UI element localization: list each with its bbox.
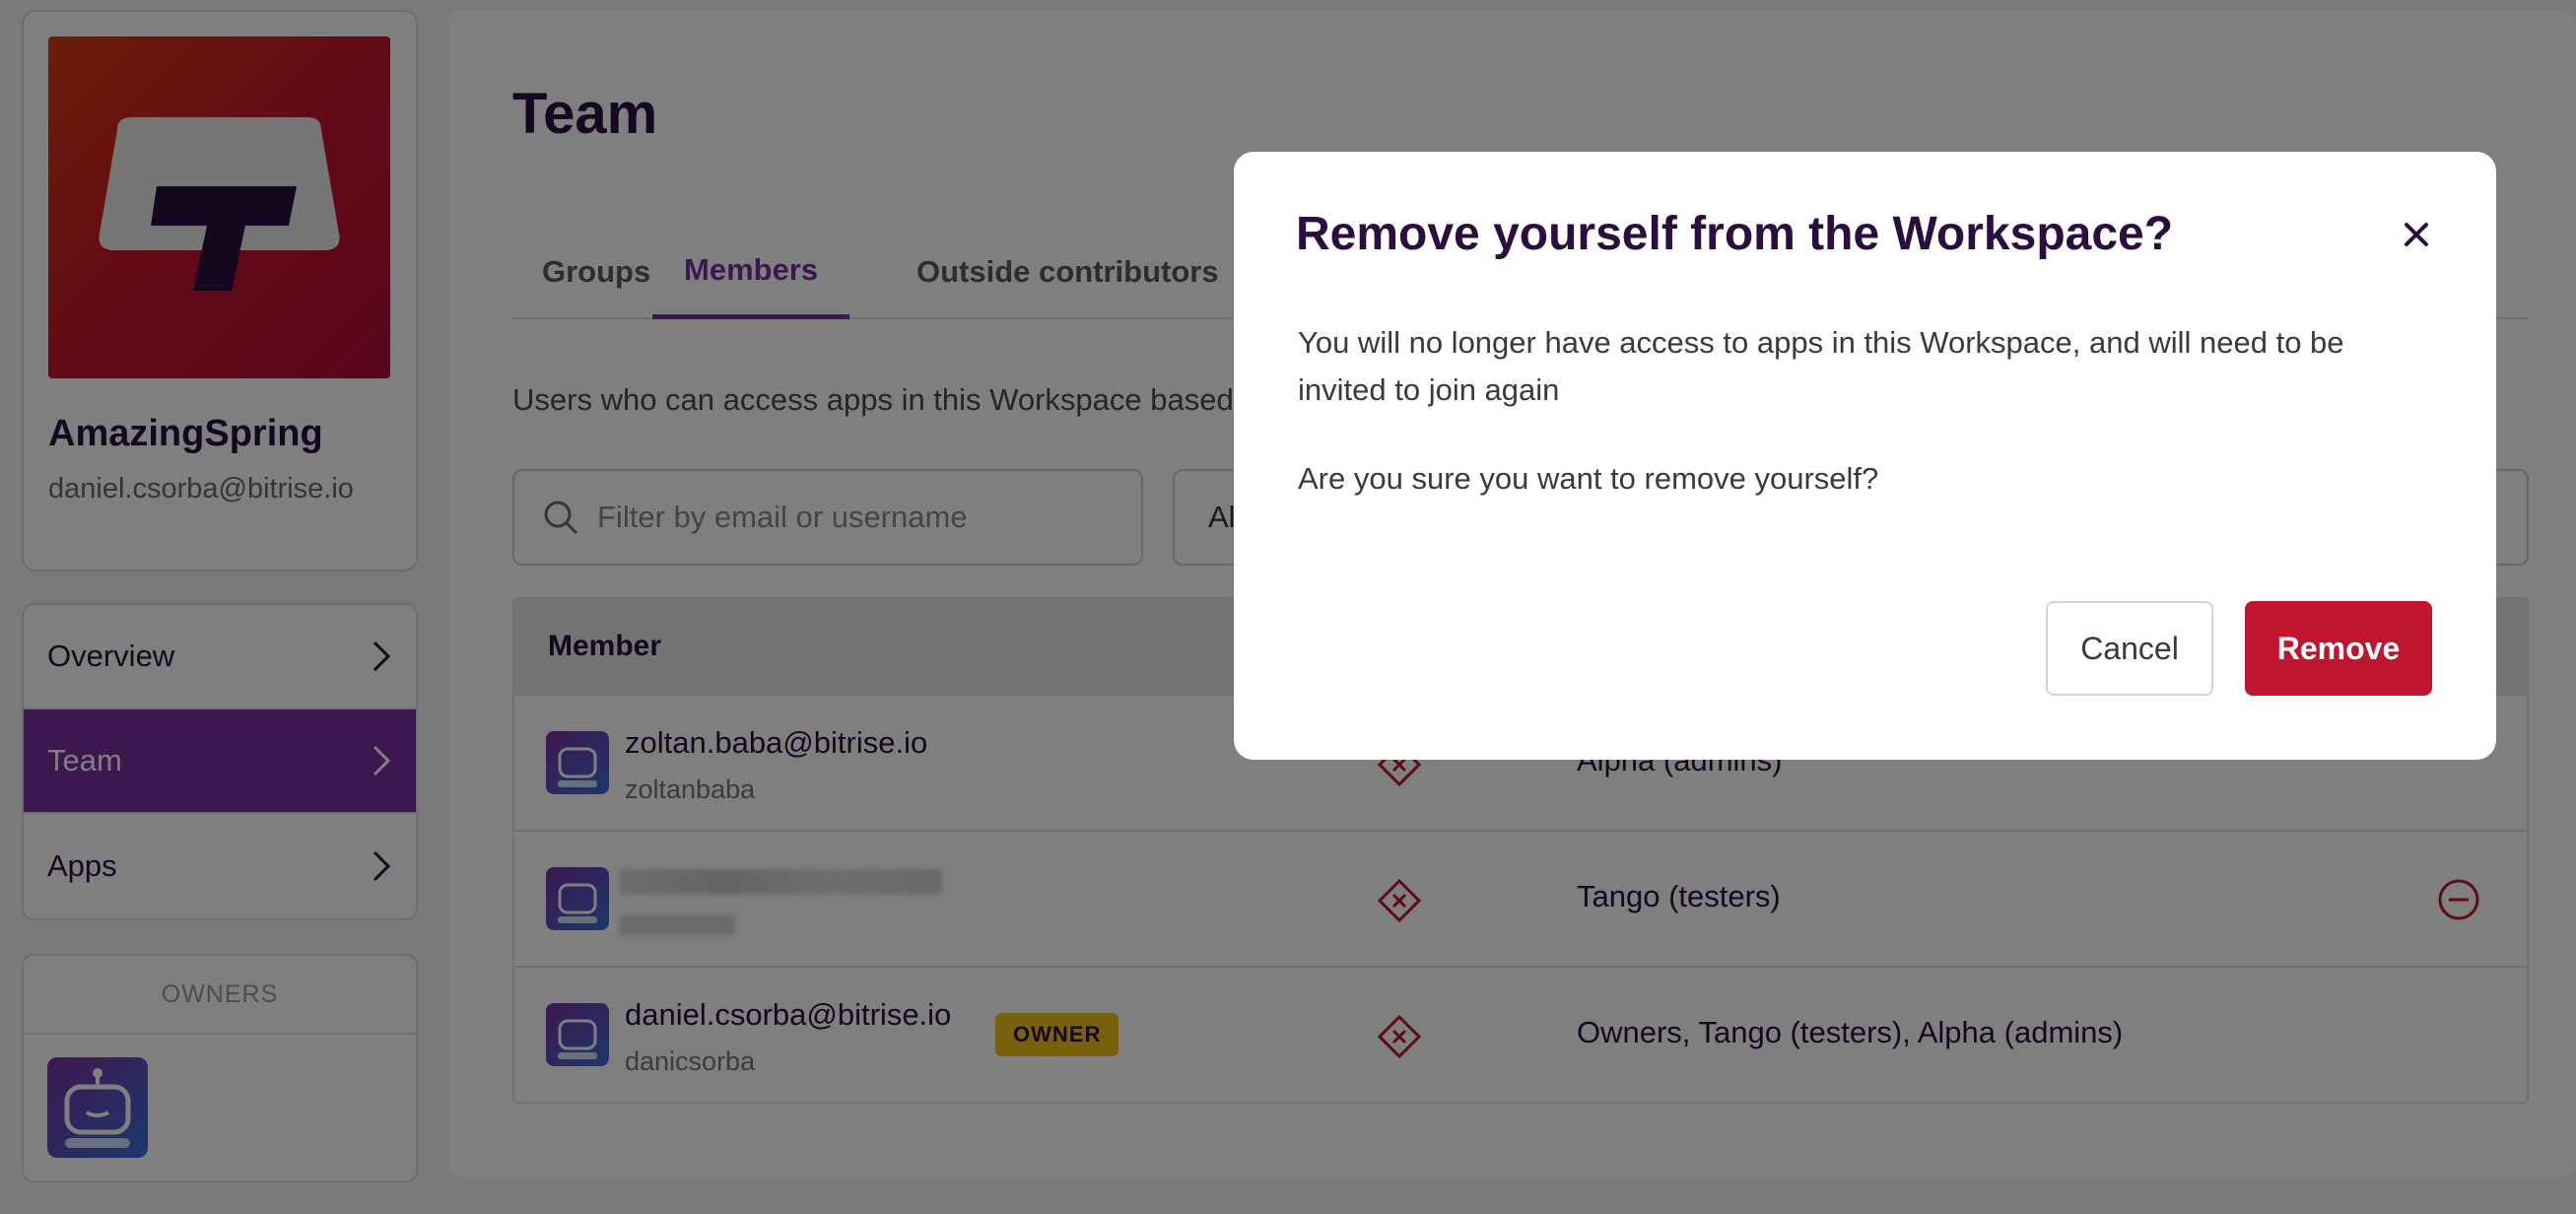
- close-button[interactable]: [2395, 213, 2438, 256]
- dialog-question: Are you sure you want to remove yourself…: [1298, 461, 1879, 496]
- cancel-button[interactable]: Cancel: [2046, 601, 2213, 696]
- remove-button[interactable]: Remove: [2245, 601, 2432, 696]
- close-icon: [2405, 223, 2428, 246]
- remove-self-dialog: Remove yourself from the Workspace? You …: [1234, 152, 2496, 760]
- dialog-message: You will no longer have access to apps i…: [1298, 325, 2344, 407]
- dialog-title: Remove yourself from the Workspace?: [1296, 208, 2174, 260]
